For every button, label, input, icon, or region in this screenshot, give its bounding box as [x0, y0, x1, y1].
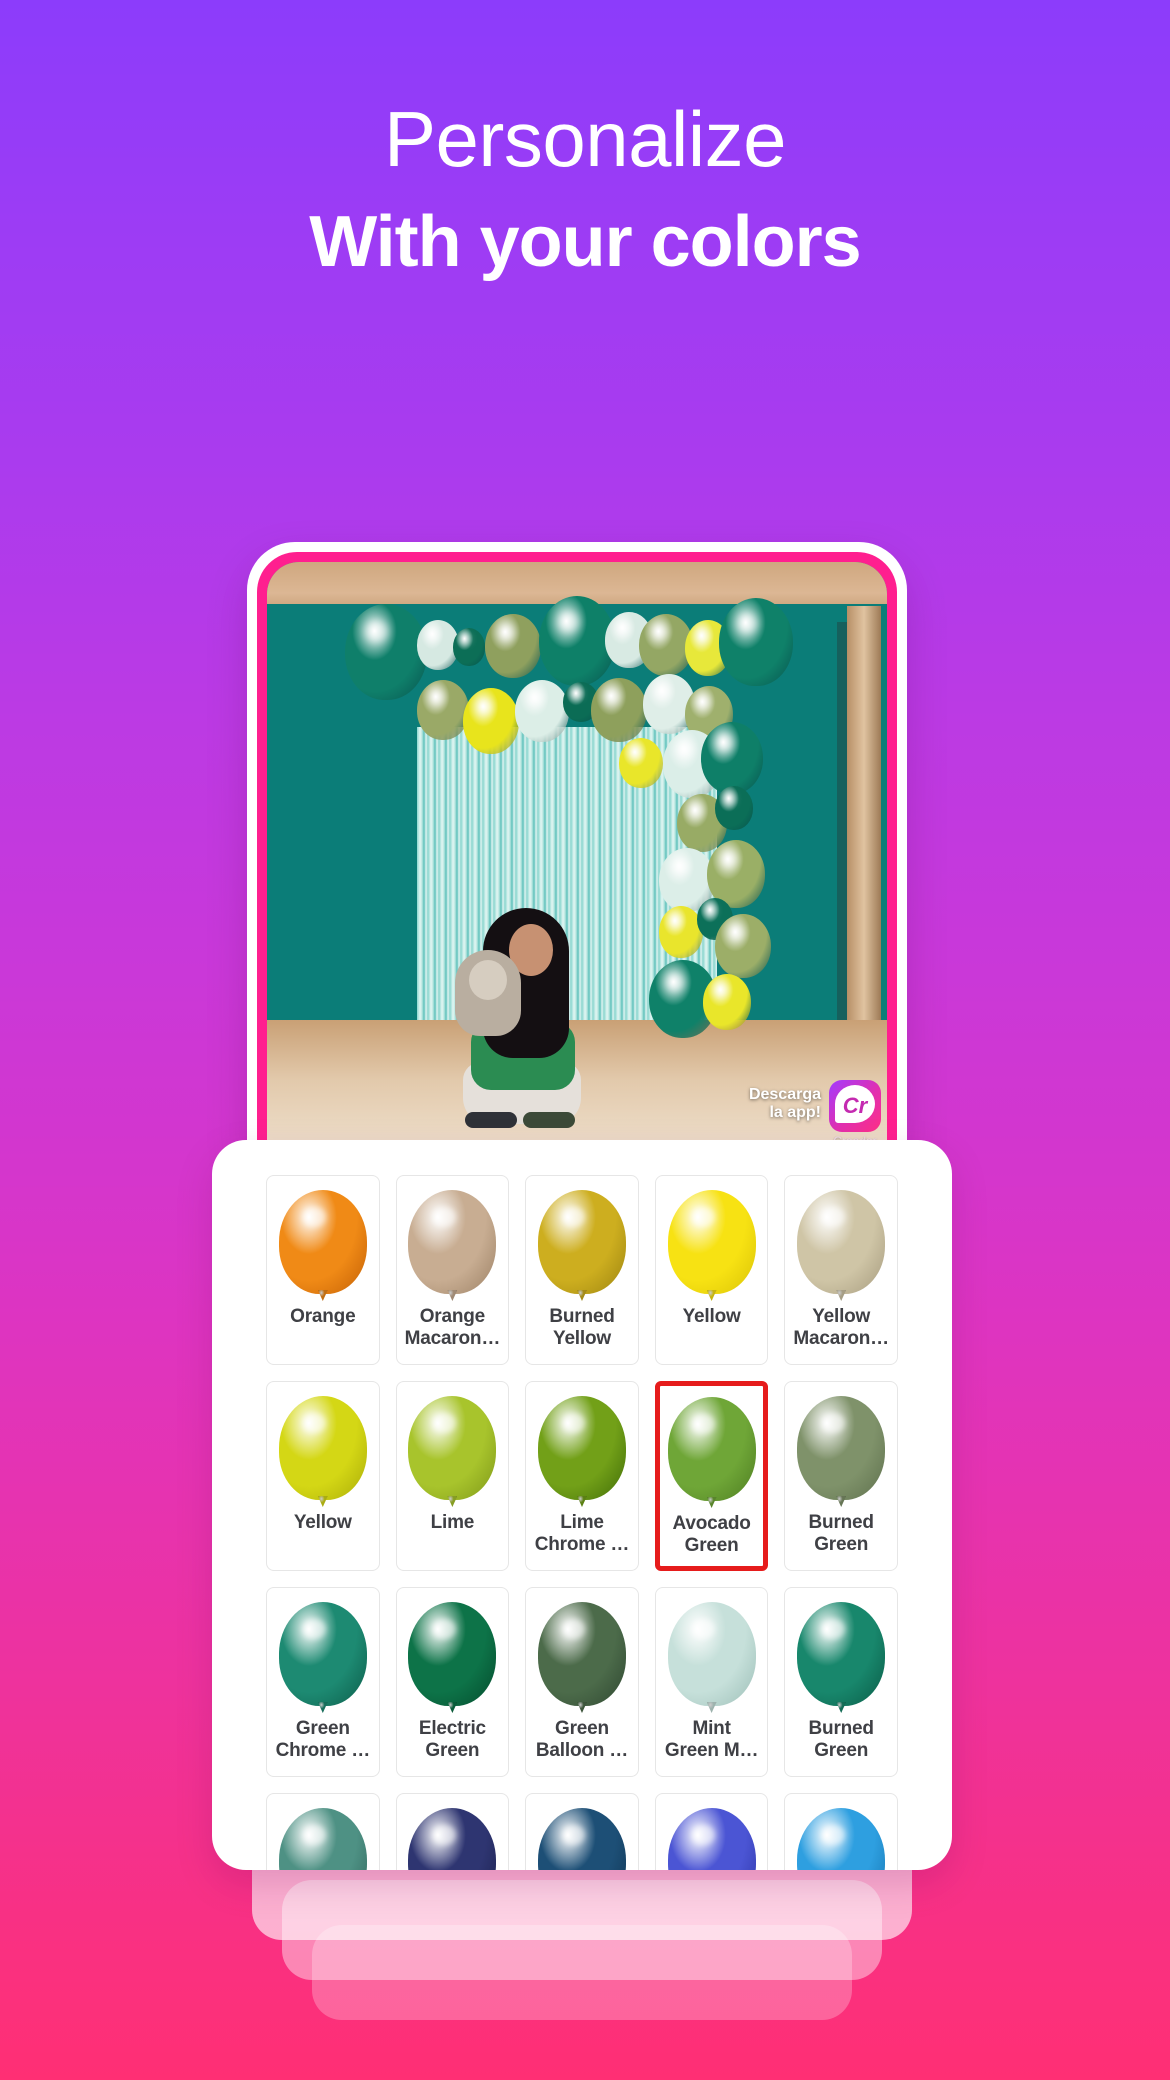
- person-shoe-right: [523, 1112, 575, 1128]
- photo-balloon: [703, 974, 751, 1030]
- creador-app-icon: Cr: [829, 1080, 881, 1132]
- balloon-icon: [797, 1396, 886, 1500]
- balloon-swatch-label: Yellow: [682, 1306, 741, 1327]
- watermark-line-1: Descarga: [748, 1086, 821, 1103]
- balloon-swatch[interactable]: Lime Chrome …: [525, 1381, 639, 1571]
- photo-door-gap: [837, 622, 847, 1024]
- photo-balloon: [515, 680, 569, 742]
- balloon-icon: [537, 1602, 626, 1706]
- balloon-swatch[interactable]: Yellow: [654, 1175, 769, 1365]
- balloon-icon: [408, 1190, 497, 1294]
- stack-card-3: [312, 1925, 852, 2020]
- balloon-color-grid[interactable]: Orange Orange Macaron… Burned Yellow Yellow Ye…: [266, 1175, 898, 1870]
- phone-mockup: Descarga la app! Cr Creador: [247, 542, 907, 1152]
- stack-card-2: [282, 1880, 882, 1980]
- headline-line-1: Personalize: [383, 95, 787, 183]
- photo-person: [449, 904, 589, 1128]
- balloon-swatch[interactable]: Yellow: [266, 1381, 380, 1571]
- balloon-swatch[interactable]: Burned Green: [784, 1587, 898, 1777]
- balloon-swatch-label: Electric Green: [418, 1718, 486, 1762]
- balloon-swatch[interactable]: Green Balloon …: [525, 1587, 639, 1777]
- balloon-icon: [797, 1808, 886, 1870]
- balloon-swatch[interactable]: [525, 1793, 639, 1870]
- photo-balloon: [591, 678, 647, 742]
- photo-balloon: [619, 738, 663, 788]
- photo-balloon: [539, 596, 615, 686]
- photo-balloon: [453, 628, 485, 666]
- color-picker-sheet: Orange Orange Macaron… Burned Yellow Yellow Ye…: [212, 1140, 952, 1870]
- balloon-icon: [278, 1808, 367, 1870]
- photo-balloon: [417, 680, 469, 740]
- photo-balloon: [719, 598, 793, 686]
- balloon-swatch[interactable]: Electric Green: [395, 1587, 510, 1777]
- balloon-swatch[interactable]: Orange: [266, 1175, 380, 1365]
- balloon-swatch-label: Orange Macaron…: [404, 1306, 501, 1350]
- app-icon-label: Cr: [842, 1093, 868, 1118]
- watermark-text: Descarga la app!: [749, 1080, 821, 1123]
- balloon-swatch-label: Yellow Macaron…: [793, 1306, 889, 1350]
- balloon-icon: [278, 1396, 367, 1500]
- photo-door-frame: [847, 606, 881, 1032]
- balloon-swatch[interactable]: [784, 1793, 898, 1870]
- balloon-icon: [667, 1190, 756, 1294]
- balloon-swatch[interactable]: Orange Macaron…: [395, 1175, 510, 1365]
- dog-face: [469, 960, 507, 1000]
- photo-balloon: [715, 914, 771, 978]
- headline-block: Personalize With your colors: [0, 100, 1170, 278]
- balloon-icon: [408, 1808, 497, 1870]
- balloon-icon: [667, 1397, 756, 1501]
- photo-dog: [455, 950, 521, 1036]
- photo-balloon: [701, 722, 763, 794]
- balloon-swatch-label: Green Balloon …: [535, 1718, 629, 1762]
- balloon-swatch[interactable]: Yellow Macaron…: [784, 1175, 898, 1365]
- balloon-swatch[interactable]: Green Chrome …: [266, 1587, 380, 1777]
- balloon-icon: [278, 1190, 367, 1294]
- balloon-swatch-label: Orange: [290, 1306, 356, 1327]
- balloon-icon: [408, 1396, 497, 1500]
- balloon-swatch-label: Yellow: [293, 1512, 352, 1533]
- person-shoe-left: [465, 1112, 517, 1128]
- balloon-swatch-label: Mint Green M…: [664, 1718, 759, 1762]
- balloon-icon: [278, 1602, 367, 1706]
- app-watermark: Descarga la app! Cr Creador: [749, 1080, 881, 1148]
- balloon-swatch[interactable]: [654, 1793, 769, 1870]
- photo-balloon: [345, 604, 427, 700]
- balloon-swatch-label: Lime Chrome …: [534, 1512, 630, 1556]
- balloon-swatch[interactable]: [395, 1793, 510, 1870]
- phone-frame: Descarga la app! Cr Creador: [257, 552, 897, 1152]
- balloon-swatch[interactable]: [266, 1793, 380, 1870]
- balloon-swatch-label: Green Chrome …: [275, 1718, 371, 1762]
- photo-balloon: [463, 688, 519, 754]
- balloon-icon: [667, 1808, 756, 1870]
- balloon-icon: [667, 1602, 756, 1706]
- balloon-icon: [537, 1808, 626, 1870]
- balloon-swatch[interactable]: Burned Green: [784, 1381, 898, 1571]
- phone-screen: Descarga la app! Cr Creador: [267, 562, 887, 1152]
- balloon-swatch[interactable]: Burned Yellow: [525, 1175, 639, 1365]
- watermark-line-2: la app!: [769, 1104, 821, 1122]
- balloon-swatch-label: Burned Yellow: [549, 1306, 615, 1350]
- balloon-icon: [537, 1190, 626, 1294]
- balloon-icon: [537, 1396, 626, 1500]
- party-photo: Descarga la app! Cr Creador: [267, 562, 887, 1152]
- balloon-swatch[interactable]: Mint Green M…: [654, 1587, 769, 1777]
- balloon-swatch-label: Lime: [430, 1512, 475, 1533]
- balloon-icon: [797, 1602, 886, 1706]
- balloon-swatch[interactable]: Avocado Green: [654, 1381, 769, 1571]
- balloon-swatch-label: Avocado Green: [672, 1513, 751, 1557]
- balloon-swatch-label: Burned Green: [808, 1512, 875, 1556]
- balloon-icon: [797, 1190, 886, 1294]
- balloon-icon: [408, 1602, 497, 1706]
- photo-balloon: [715, 786, 753, 830]
- headline-line-2: With your colors: [309, 202, 861, 282]
- balloon-swatch[interactable]: Lime: [395, 1381, 510, 1571]
- watermark-badge: Cr Creador: [829, 1080, 881, 1148]
- balloon-swatch-label: Burned Green: [808, 1718, 875, 1762]
- photo-balloon: [485, 614, 541, 678]
